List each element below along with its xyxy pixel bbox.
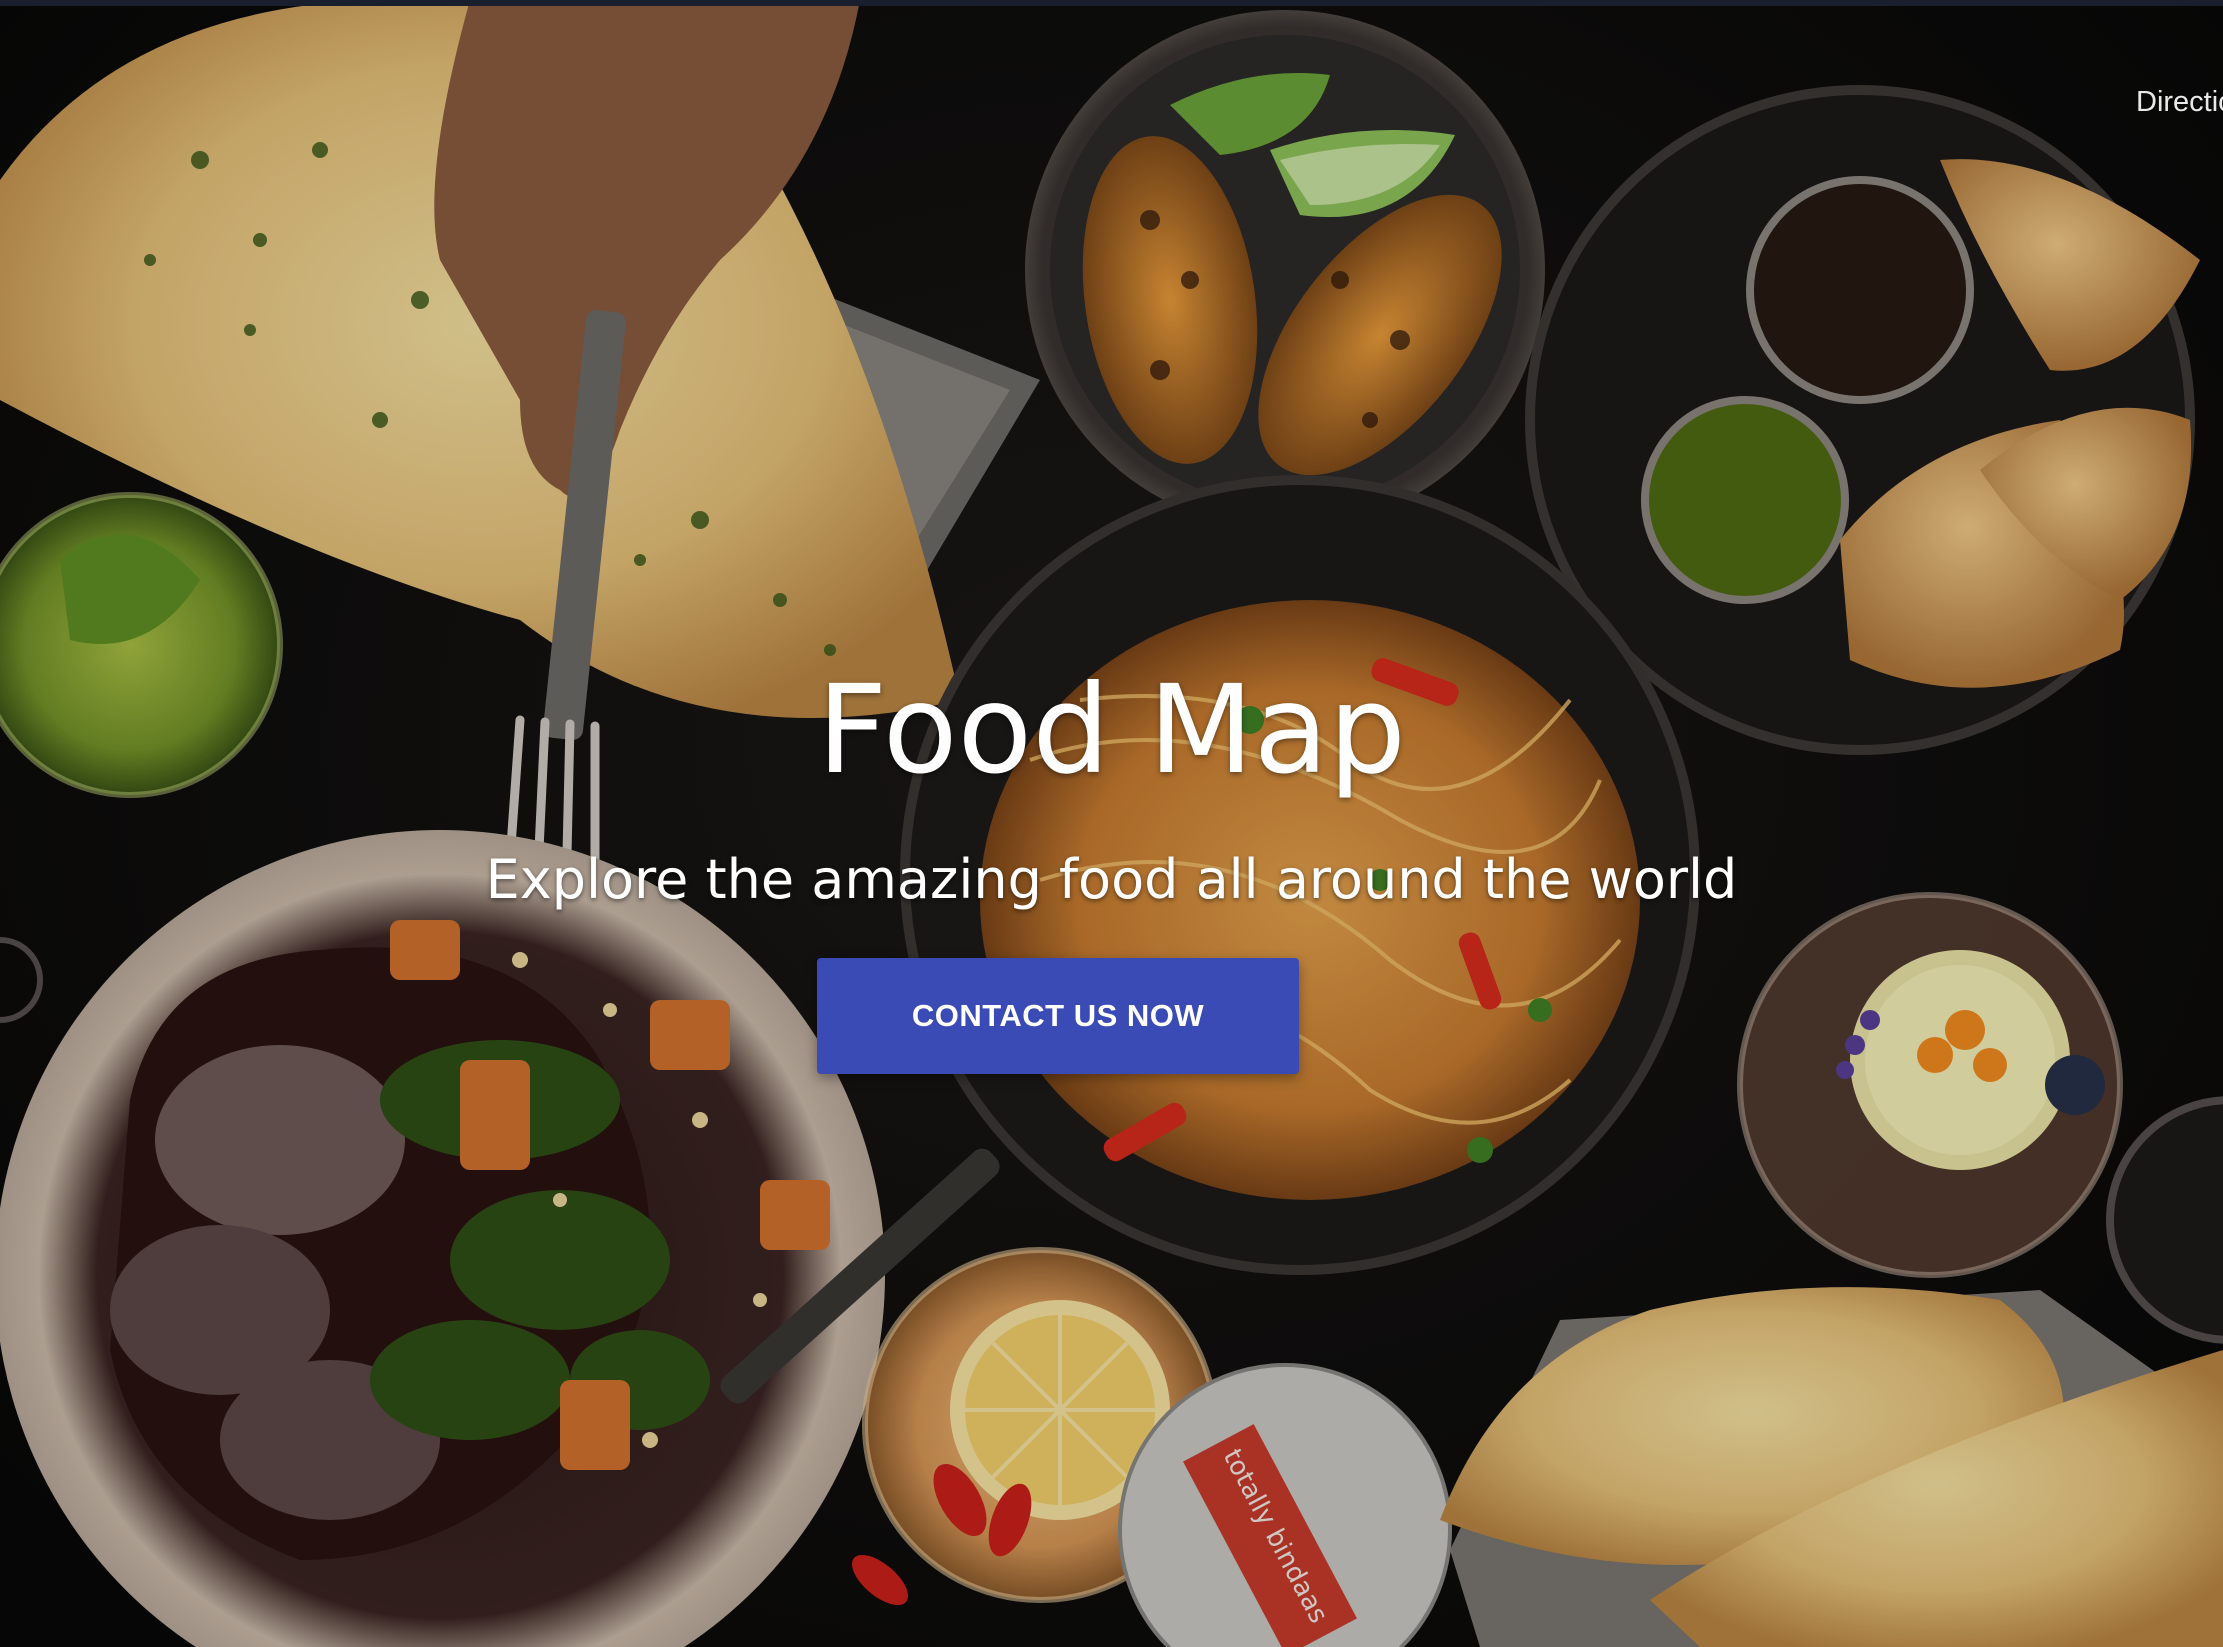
top-bar bbox=[0, 0, 2223, 6]
nav-directions-link[interactable]: Directions bbox=[2136, 86, 2223, 119]
hero-overlay bbox=[0, 0, 2223, 1647]
hero-section: totally bindaas Directions Food Map Expl… bbox=[0, 0, 2223, 1647]
hero-subtitle: Explore the amazing food all around the … bbox=[485, 848, 1738, 911]
page-title: Food Map bbox=[817, 659, 1406, 801]
contact-us-button[interactable]: CONTACT US NOW bbox=[817, 958, 1299, 1074]
